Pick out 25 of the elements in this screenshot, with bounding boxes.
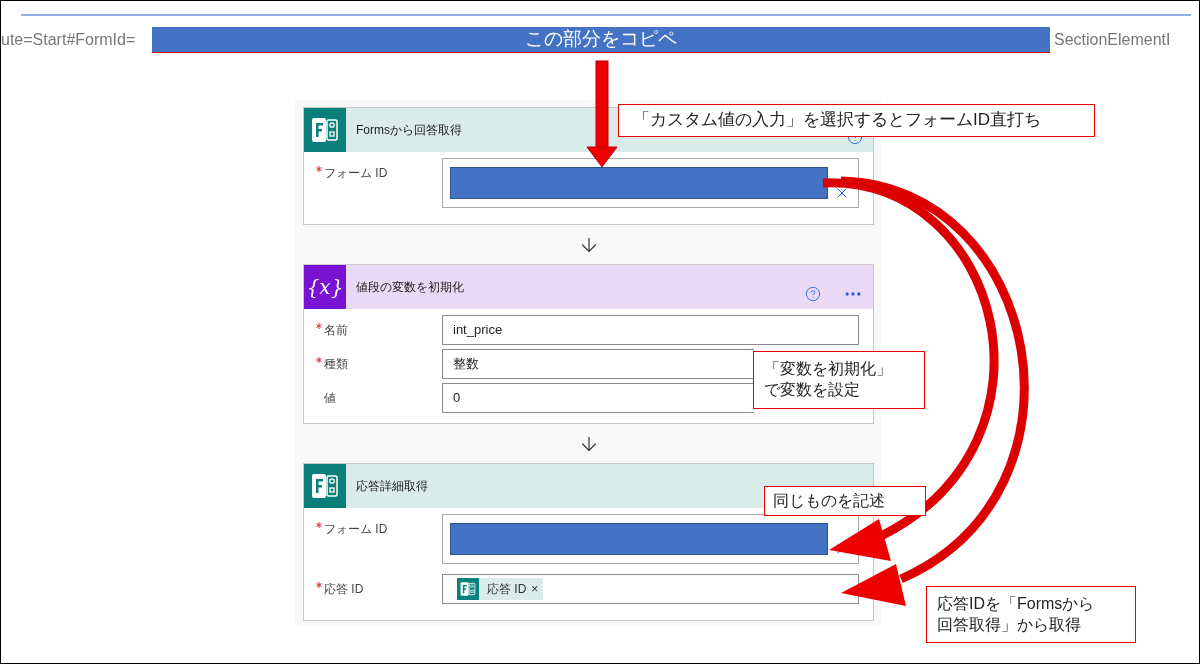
field-label: 応答 ID (324, 581, 364, 598)
input-field[interactable]: int_price (442, 315, 859, 345)
annotation-tooltip: 同じものを記述 (764, 486, 926, 516)
annotation-tooltip: 「変数を初期化」 で変数を設定 (753, 351, 925, 409)
highlight-label: この部分をコピペ (525, 27, 677, 52)
field-label: 種類 (324, 356, 348, 373)
variable-icon: {x} (306, 272, 344, 302)
annotation-tooltip: 応答IDを「Formsから 回答取得」から取得 (926, 586, 1136, 643)
input-field[interactable]: 0 (442, 383, 754, 413)
field-label: フォーム ID (324, 521, 388, 538)
field-label: フォーム ID (324, 165, 388, 182)
url-text: ute=Start#FormId= (1, 30, 137, 50)
card-title: 応答詳細取得 (356, 478, 428, 495)
response-id-field[interactable]: 応答 ID × (442, 574, 859, 604)
token-chip[interactable]: 応答 ID × (457, 578, 544, 600)
input-field[interactable]: 整数 (442, 349, 754, 379)
field-label: 値 (324, 390, 336, 407)
card-title: 値段の変数を初期化 (356, 279, 464, 296)
card-title: Formsから回答取得 (356, 122, 462, 139)
annotation-tooltip: 「カスタム値の入力」を選択するとフォームID直打ち (618, 104, 1095, 137)
token-label: 応答 ID (487, 581, 527, 598)
url-text: SectionElementI (1054, 30, 1171, 50)
card-header[interactable]: {x} 値段の変数を初期化 (304, 265, 873, 309)
token-remove[interactable]: × (531, 580, 539, 598)
field-label: 名前 (324, 322, 348, 339)
